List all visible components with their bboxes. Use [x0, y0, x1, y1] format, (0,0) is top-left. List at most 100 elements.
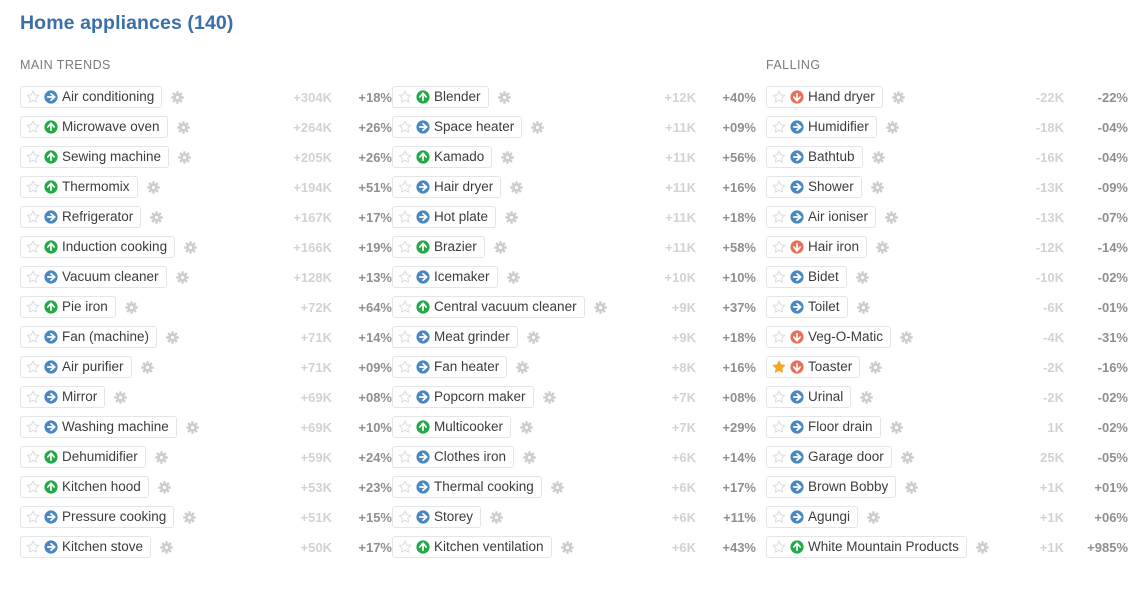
trend-chip[interactable]: Icemaker: [392, 266, 498, 288]
trend-chip[interactable]: Vacuum cleaner: [20, 266, 167, 288]
gear-icon[interactable]: [885, 120, 899, 134]
star-icon[interactable]: [26, 360, 40, 374]
trend-chip[interactable]: Washing machine: [20, 416, 177, 438]
trend-chip[interactable]: Microwave oven: [20, 116, 168, 138]
star-icon[interactable]: [772, 150, 786, 164]
star-icon[interactable]: [398, 210, 412, 224]
gear-icon[interactable]: [501, 150, 515, 164]
trend-chip[interactable]: Garage door: [766, 446, 892, 468]
star-icon[interactable]: [772, 240, 786, 254]
trend-chip[interactable]: Toaster: [766, 356, 861, 378]
trend-chip[interactable]: Bathtub: [766, 146, 863, 168]
trend-chip[interactable]: Pressure cooking: [20, 506, 175, 528]
trend-chip[interactable]: Brazier: [392, 236, 485, 258]
trend-chip[interactable]: Kitchen ventilation: [392, 536, 552, 558]
star-icon[interactable]: [398, 300, 412, 314]
star-icon[interactable]: [772, 420, 786, 434]
star-icon[interactable]: [772, 270, 786, 284]
trend-chip[interactable]: Brown Bobby: [766, 476, 897, 498]
trend-chip[interactable]: White Mountain Products: [766, 536, 967, 558]
trend-chip[interactable]: Hair iron: [766, 236, 868, 258]
gear-icon[interactable]: [976, 540, 989, 554]
trend-chip[interactable]: Air purifier: [20, 356, 132, 378]
gear-icon[interactable]: [505, 210, 518, 224]
star-icon[interactable]: [772, 390, 786, 404]
gear-icon[interactable]: [855, 270, 869, 284]
trend-chip[interactable]: Popcorn maker: [392, 386, 534, 408]
gear-icon[interactable]: [891, 90, 905, 104]
trend-chip[interactable]: Hand dryer: [766, 86, 883, 108]
gear-icon[interactable]: [160, 540, 173, 554]
star-icon[interactable]: [398, 150, 412, 164]
trend-chip[interactable]: Sewing machine: [20, 146, 170, 168]
star-icon[interactable]: [398, 510, 412, 524]
star-icon[interactable]: [772, 330, 786, 344]
star-icon[interactable]: [398, 240, 412, 254]
star-icon[interactable]: [772, 120, 786, 134]
trend-chip[interactable]: Floor drain: [766, 416, 881, 438]
star-icon[interactable]: [772, 510, 786, 524]
gear-icon[interactable]: [542, 390, 556, 404]
star-icon[interactable]: [398, 180, 412, 194]
gear-icon[interactable]: [510, 180, 524, 194]
trend-chip[interactable]: Shower: [766, 176, 862, 198]
gear-icon[interactable]: [186, 420, 199, 434]
gear-icon[interactable]: [490, 510, 503, 524]
gear-icon[interactable]: [889, 420, 903, 434]
star-icon[interactable]: [398, 420, 412, 434]
star-icon[interactable]: [26, 450, 40, 464]
trend-chip[interactable]: Clothes iron: [392, 446, 515, 468]
gear-icon[interactable]: [523, 450, 536, 464]
trend-chip[interactable]: Blender: [392, 86, 489, 108]
star-icon[interactable]: [26, 240, 40, 254]
star-icon[interactable]: [26, 180, 40, 194]
gear-icon[interactable]: [550, 480, 564, 494]
gear-icon[interactable]: [114, 390, 128, 404]
star-icon[interactable]: [26, 480, 40, 494]
gear-icon[interactable]: [516, 360, 530, 374]
gear-icon[interactable]: [560, 540, 574, 554]
gear-icon[interactable]: [140, 360, 154, 374]
star-icon[interactable]: [398, 90, 412, 104]
gear-icon[interactable]: [526, 330, 540, 344]
gear-icon[interactable]: [593, 300, 607, 314]
trend-chip[interactable]: Urinal: [766, 386, 852, 408]
star-icon[interactable]: [772, 90, 786, 104]
star-icon[interactable]: [26, 540, 40, 554]
star-icon[interactable]: [398, 450, 412, 464]
trend-chip[interactable]: Meat grinder: [392, 326, 518, 348]
gear-icon[interactable]: [493, 240, 507, 254]
star-icon[interactable]: [398, 270, 412, 284]
trend-chip[interactable]: Humidifier: [766, 116, 877, 138]
star-icon[interactable]: [398, 120, 412, 134]
trend-chip[interactable]: Thermal cooking: [392, 476, 542, 498]
trend-chip[interactable]: Central vacuum cleaner: [392, 296, 585, 318]
gear-icon[interactable]: [154, 450, 168, 464]
trend-chip[interactable]: Fan heater: [392, 356, 508, 378]
gear-icon[interactable]: [876, 240, 889, 254]
star-icon[interactable]: [26, 120, 40, 134]
gear-icon[interactable]: [531, 120, 545, 134]
trend-chip[interactable]: Kitchen stove: [20, 536, 152, 558]
trend-chip[interactable]: Induction cooking: [20, 236, 176, 258]
gear-icon[interactable]: [176, 120, 190, 134]
star-icon[interactable]: [772, 540, 786, 554]
trend-chip[interactable]: Mirror: [20, 386, 106, 408]
gear-icon[interactable]: [184, 240, 197, 254]
trend-chip[interactable]: Dehumidifier: [20, 446, 146, 468]
gear-icon[interactable]: [885, 210, 898, 224]
gear-icon[interactable]: [520, 420, 533, 434]
gear-icon[interactable]: [178, 150, 191, 164]
gear-icon[interactable]: [124, 300, 138, 314]
gear-icon[interactable]: [506, 270, 520, 284]
star-icon[interactable]: [26, 510, 40, 524]
gear-icon[interactable]: [150, 210, 164, 224]
star-filled-icon[interactable]: [772, 360, 786, 374]
star-icon[interactable]: [398, 330, 412, 344]
star-icon[interactable]: [772, 450, 786, 464]
gear-icon[interactable]: [166, 330, 179, 344]
star-icon[interactable]: [398, 360, 412, 374]
star-icon[interactable]: [772, 180, 786, 194]
gear-icon[interactable]: [905, 480, 919, 494]
gear-icon[interactable]: [867, 510, 880, 524]
